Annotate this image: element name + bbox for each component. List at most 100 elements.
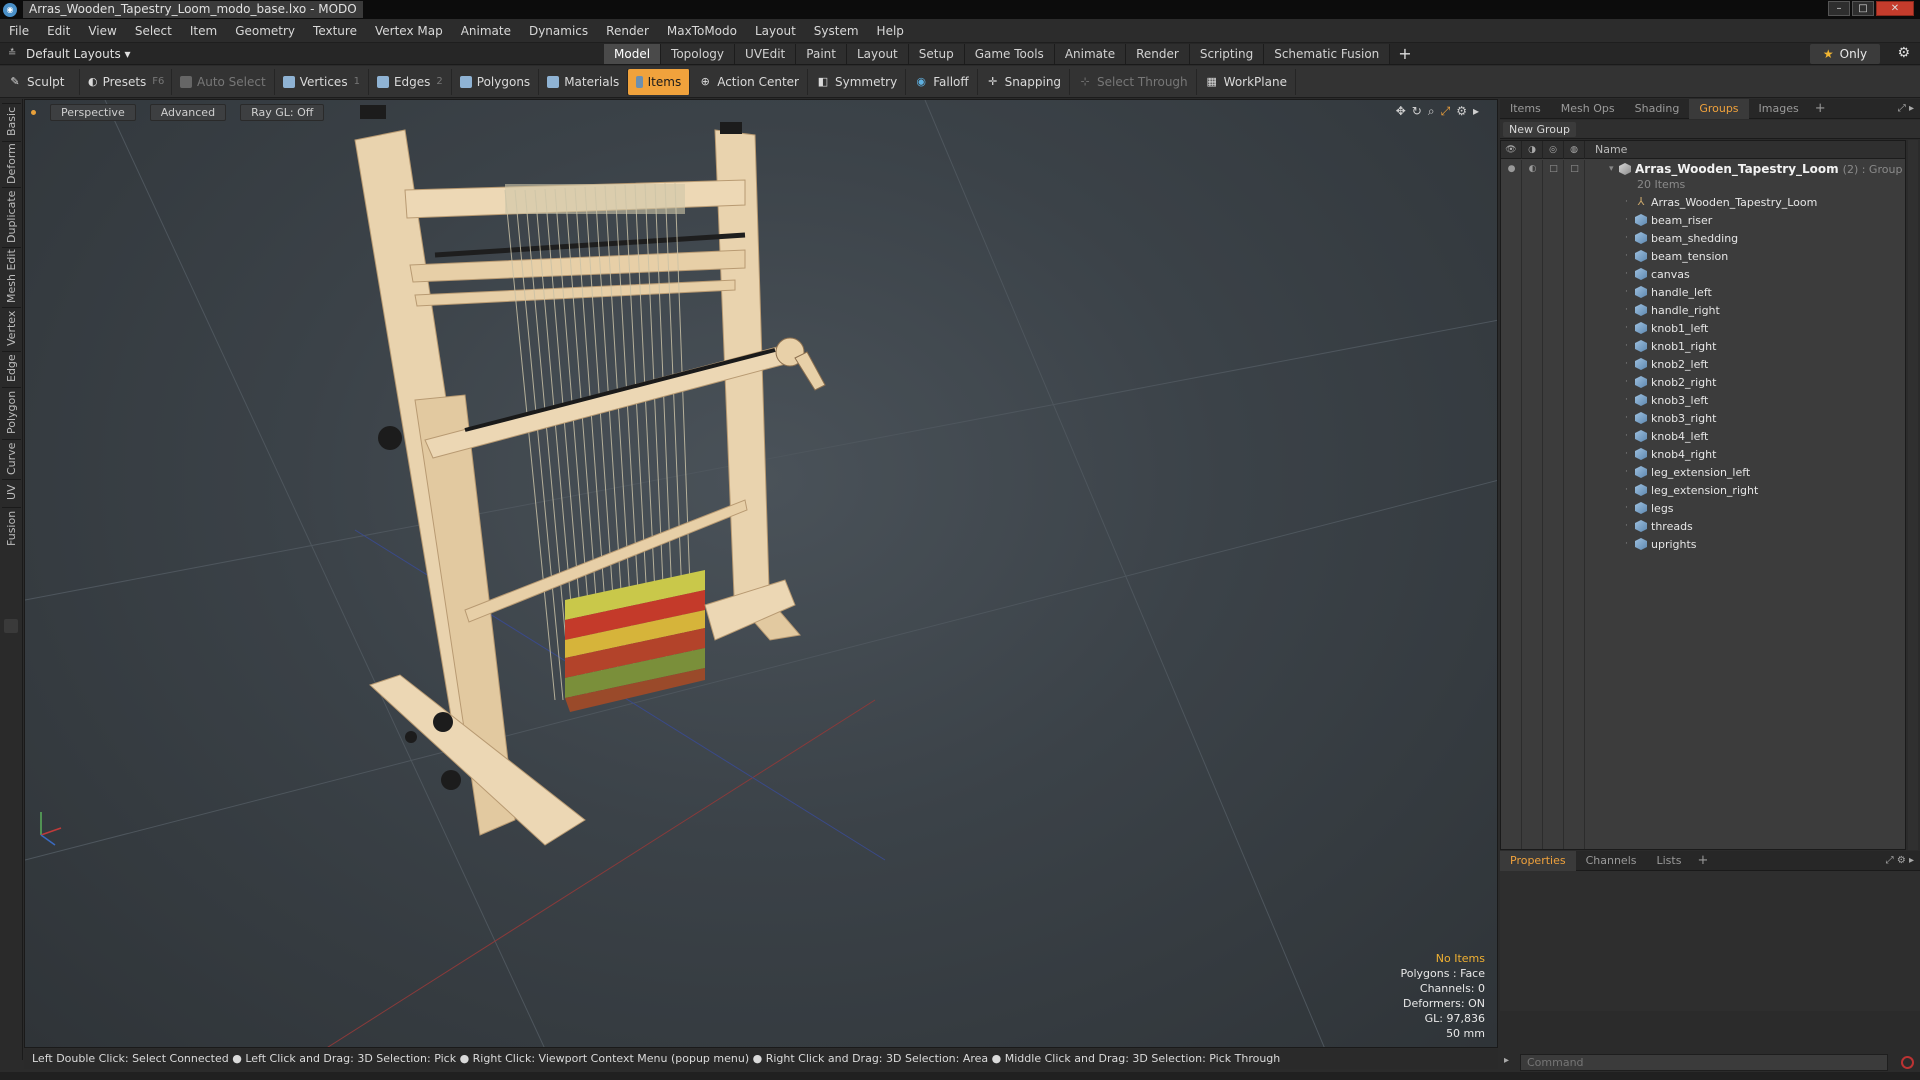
- tree-item[interactable]: · knob3_left: [1625, 391, 1708, 409]
- items-button[interactable]: Items: [628, 68, 691, 95]
- advanced-dropdown[interactable]: Advanced: [149, 104, 227, 121]
- viewport-expand-icon[interactable]: ▸: [1473, 104, 1479, 119]
- menu-animate[interactable]: Animate: [452, 19, 520, 43]
- menu-system[interactable]: System: [805, 19, 868, 43]
- polygons-button[interactable]: Polygons: [452, 68, 540, 95]
- snapping-button[interactable]: ✛ Snapping: [978, 68, 1071, 95]
- vtab-duplicate[interactable]: Duplicate: [2, 187, 21, 245]
- tab-properties[interactable]: Properties: [1500, 850, 1576, 871]
- tab-layout[interactable]: Layout: [846, 43, 909, 64]
- add-tab-button[interactable]: +: [1390, 44, 1419, 64]
- tab-groups[interactable]: Groups: [1689, 98, 1749, 119]
- props-options-icon[interactable]: ⤢ ⚙ ▸: [1886, 855, 1914, 866]
- tree-item[interactable]: · canvas: [1625, 265, 1690, 283]
- menu-item[interactable]: Item: [181, 19, 226, 43]
- tree-item[interactable]: · leg_extension_right: [1625, 481, 1758, 499]
- menu-render[interactable]: Render: [597, 19, 658, 43]
- auto-select-button[interactable]: Auto Select: [172, 68, 275, 95]
- viewport-settings-icon[interactable]: ⚙: [1456, 104, 1467, 119]
- tree-item[interactable]: · threads: [1625, 517, 1693, 535]
- tab-render[interactable]: Render: [1126, 43, 1190, 64]
- tab-shading[interactable]: Shading: [1625, 99, 1690, 119]
- menu-view[interactable]: View: [79, 19, 125, 43]
- vertices-button[interactable]: Vertices 1: [275, 68, 369, 95]
- tree-item[interactable]: · knob2_left: [1625, 355, 1708, 373]
- new-group-button[interactable]: New Group: [1503, 122, 1576, 137]
- tab-items[interactable]: Items: [1500, 99, 1551, 119]
- strip-toggle-button[interactable]: [4, 619, 18, 633]
- menu-geometry[interactable]: Geometry: [226, 19, 304, 43]
- menu-maxtomodo[interactable]: MaxToModo: [658, 19, 746, 43]
- presets-button[interactable]: ◐ Presets F6: [80, 68, 172, 95]
- materials-button[interactable]: Materials: [539, 68, 629, 95]
- tree-scrollbar[interactable]: [1908, 140, 1918, 850]
- group-render-icon[interactable]: ◐: [1522, 160, 1543, 178]
- layout-toggle-icon[interactable]: ≛: [8, 48, 18, 59]
- rotate-view-icon[interactable]: ↻: [1412, 104, 1422, 119]
- zoom-view-icon[interactable]: ⌕: [1428, 104, 1435, 119]
- fit-view-icon[interactable]: ⤢: [1441, 104, 1451, 119]
- close-button[interactable]: ✕: [1876, 1, 1914, 16]
- tree-item[interactable]: · knob4_left: [1625, 427, 1708, 445]
- add-props-tab-button[interactable]: +: [1691, 853, 1714, 868]
- tab-model[interactable]: Model: [604, 43, 662, 64]
- command-expand-icon[interactable]: ▸: [1504, 1055, 1509, 1066]
- minimize-button[interactable]: –: [1828, 1, 1850, 16]
- tree-item[interactable]: · beam_riser: [1625, 211, 1712, 229]
- menu-texture[interactable]: Texture: [304, 19, 366, 43]
- group-select-icon[interactable]: □: [1564, 160, 1585, 178]
- menu-vertex-map[interactable]: Vertex Map: [366, 19, 452, 43]
- tree-item[interactable]: · beam_shedding: [1625, 229, 1738, 247]
- tree-item[interactable]: · beam_tension: [1625, 247, 1728, 265]
- raygl-toggle[interactable]: Ray GL: Off: [240, 104, 325, 121]
- vtab-fusion[interactable]: Fusion: [2, 507, 21, 549]
- menu-select[interactable]: Select: [126, 19, 181, 43]
- perspective-dropdown[interactable]: Perspective: [50, 104, 136, 121]
- command-input[interactable]: [1520, 1054, 1888, 1071]
- group-lock-icon[interactable]: □: [1543, 160, 1564, 178]
- select-column-icon[interactable]: ◍: [1564, 141, 1585, 159]
- record-icon[interactable]: [1901, 1056, 1914, 1069]
- only-toggle[interactable]: ★ Only: [1810, 44, 1880, 64]
- falloff-button[interactable]: ◉ Falloff: [906, 68, 978, 95]
- tab-topology[interactable]: Topology: [661, 43, 736, 64]
- vtab-deform[interactable]: Deform: [2, 141, 21, 185]
- add-panel-tab-button[interactable]: +: [1809, 101, 1832, 116]
- tree-item[interactable]: · uprights: [1625, 535, 1697, 553]
- group-visibility-icon[interactable]: ●: [1501, 160, 1522, 178]
- move-view-icon[interactable]: ✥: [1396, 104, 1406, 119]
- tree-item[interactable]: · knob1_right: [1625, 337, 1716, 355]
- tree-item[interactable]: · handle_left: [1625, 283, 1712, 301]
- tree-item[interactable]: · knob3_right: [1625, 409, 1716, 427]
- symmetry-button[interactable]: ◧ Symmetry: [808, 68, 907, 95]
- tree-item[interactable]: · handle_right: [1625, 301, 1720, 319]
- tab-schematic-fusion[interactable]: Schematic Fusion: [1264, 43, 1391, 64]
- tab-channels[interactable]: Channels: [1576, 851, 1647, 871]
- default-layouts-dropdown[interactable]: Default Layouts ▾: [26, 47, 131, 61]
- tree-item[interactable]: · legs: [1625, 499, 1674, 517]
- tab-setup[interactable]: Setup: [908, 43, 965, 64]
- tree-item[interactable]: · leg_extension_left: [1625, 463, 1750, 481]
- gear-icon[interactable]: ⚙: [1897, 45, 1910, 61]
- vtab-curve[interactable]: Curve: [2, 439, 21, 477]
- tab-scripting[interactable]: Scripting: [1189, 43, 1265, 64]
- menu-layout[interactable]: Layout: [746, 19, 805, 43]
- tab-uvedit[interactable]: UVEdit: [735, 43, 797, 64]
- panel-expand-icon[interactable]: ⤢ ▸: [1898, 103, 1914, 114]
- menu-dynamics[interactable]: Dynamics: [520, 19, 597, 43]
- select-through-button[interactable]: ⊹ Select Through: [1070, 68, 1197, 95]
- tab-animate[interactable]: Animate: [1054, 43, 1127, 64]
- tab-paint[interactable]: Paint: [796, 43, 847, 64]
- vtab-vertex[interactable]: Vertex: [2, 307, 21, 349]
- tab-mesh-ops[interactable]: Mesh Ops: [1551, 99, 1625, 119]
- tree-item[interactable]: · knob1_left: [1625, 319, 1708, 337]
- workplane-button[interactable]: ▦ WorkPlane: [1197, 68, 1296, 95]
- maximize-button[interactable]: □: [1852, 1, 1874, 16]
- tree-item[interactable]: · knob2_right: [1625, 373, 1716, 391]
- tree-item-locator[interactable]: · ⅄ Arras_Wooden_Tapestry_Loom: [1625, 193, 1817, 211]
- edges-button[interactable]: Edges 2: [369, 68, 452, 95]
- tab-images[interactable]: Images: [1749, 99, 1809, 119]
- action-center-button[interactable]: ⊕ Action Center: [690, 68, 808, 95]
- vtab-uv[interactable]: UV: [2, 479, 21, 505]
- tab-game-tools[interactable]: Game Tools: [964, 43, 1055, 64]
